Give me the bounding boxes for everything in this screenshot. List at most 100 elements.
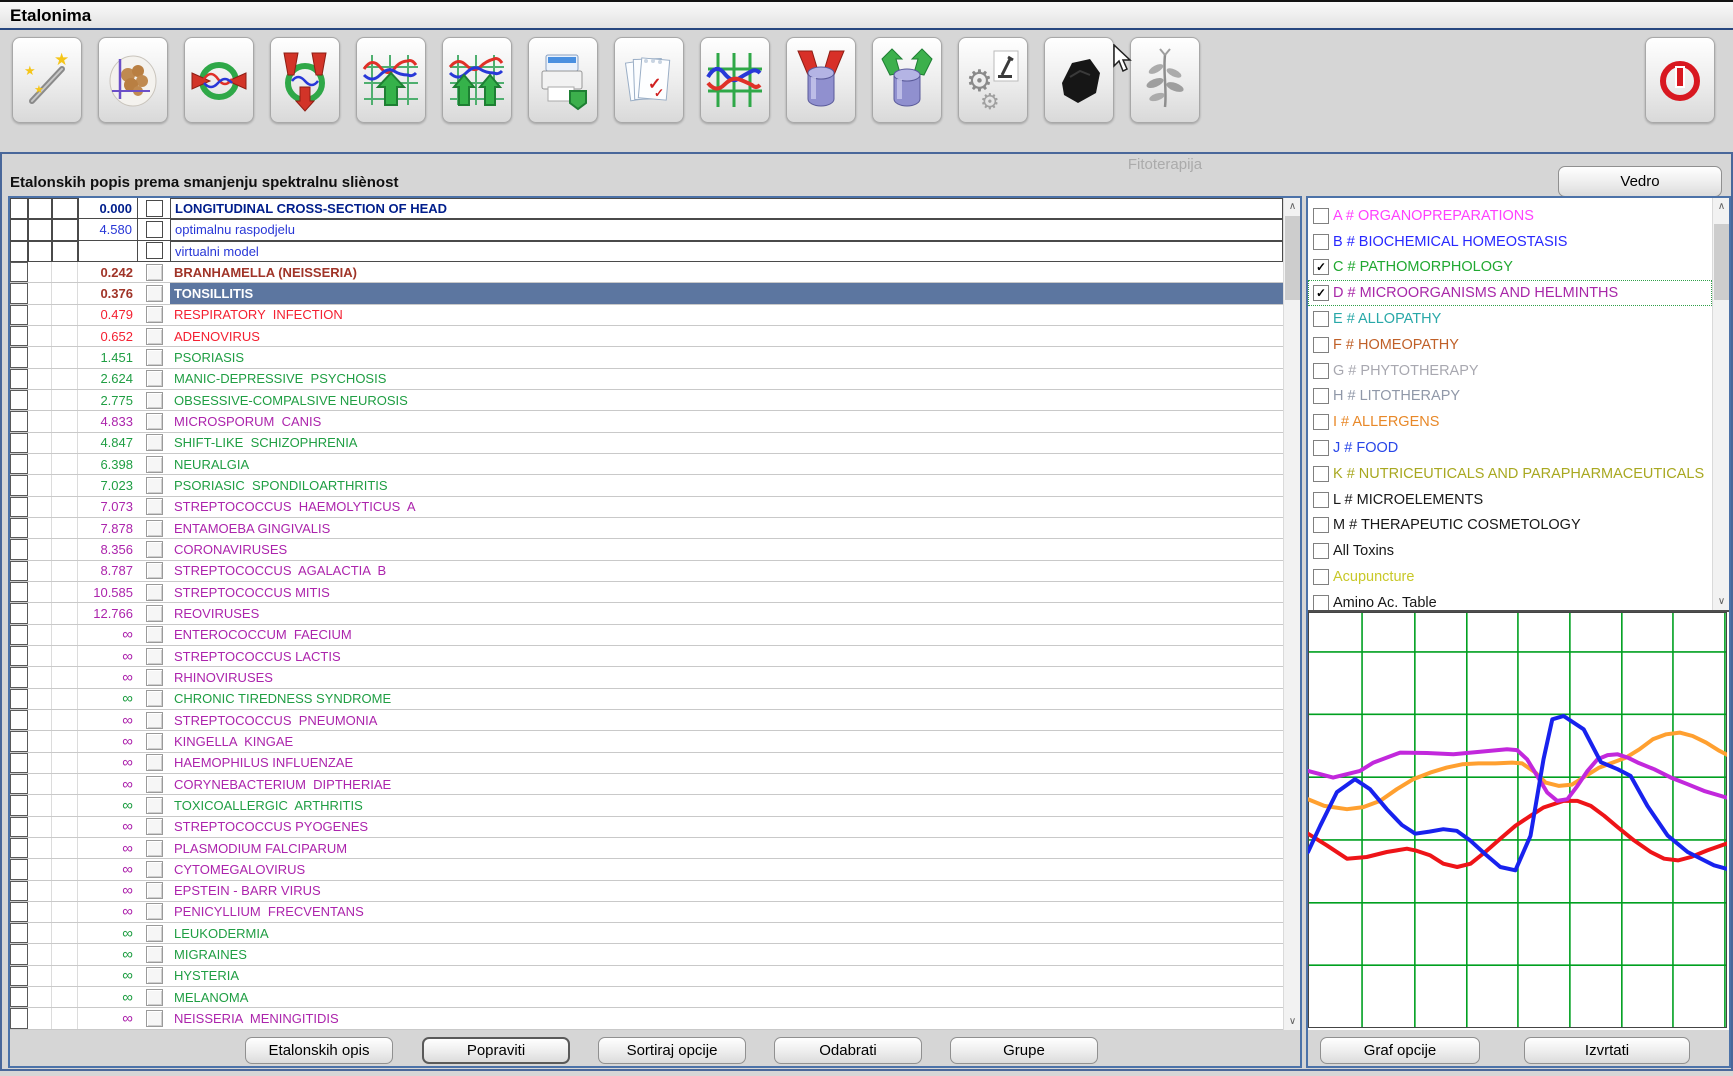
- etalon-name[interactable]: LONGITUDINAL CROSS-SECTION OF HEAD: [170, 198, 1283, 219]
- category-label[interactable]: E # ALLOPATHY: [1333, 311, 1441, 327]
- etalon-name[interactable]: CYTOMEGALOVIRUS: [170, 859, 1283, 879]
- row-checkbox[interactable]: [145, 988, 163, 1006]
- checkbox-icon[interactable]: [1313, 207, 1329, 224]
- row-checkbox[interactable]: [145, 348, 163, 366]
- table-row[interactable]: ∞ HAEMOPHILUS INFLUENZAE: [10, 752, 1283, 774]
- checkbox-icon[interactable]: [1313, 440, 1329, 457]
- table-row[interactable]: ∞ PLASMODIUM FALCIPARUM: [10, 837, 1283, 860]
- checkbox-checked-icon[interactable]: ✓: [1313, 259, 1329, 276]
- row-checkbox[interactable]: [145, 263, 163, 281]
- category-label[interactable]: J # FOOD: [1333, 440, 1398, 456]
- etalon-name[interactable]: NEURALGIA: [170, 454, 1283, 474]
- row-checkbox[interactable]: [145, 903, 163, 921]
- popraviti-button[interactable]: Popraviti: [422, 1037, 570, 1064]
- row-checkbox[interactable]: [145, 882, 163, 900]
- category-label[interactable]: H # LITOTHERAPY: [1333, 388, 1460, 404]
- category-item[interactable]: H # LITOTHERAPY: [1308, 384, 1712, 410]
- checkbox-icon[interactable]: [1313, 388, 1329, 405]
- etalon-name[interactable]: BRANHAMELLA (NEISSERIA): [170, 262, 1283, 282]
- etalon-name[interactable]: OBSESSIVE-COMPALSIVE NEUROSIS: [170, 390, 1283, 410]
- category-label[interactable]: M # THERAPEUTIC COSMETOLOGY: [1333, 517, 1581, 533]
- table-row[interactable]: 2.624 MANIC-DEPRESSIVE PSYCHOSIS: [10, 368, 1283, 390]
- etalon-name[interactable]: HAEMOPHILUS INFLUENZAE: [170, 753, 1283, 773]
- etalon-name[interactable]: SHIFT-LIKE SCHIZOPHRENIA: [170, 433, 1283, 453]
- table-row[interactable]: virtualni model: [10, 240, 1283, 262]
- etalon-name[interactable]: STREPTOCOCCUS LACTIS: [170, 646, 1283, 666]
- power-button[interactable]: [1645, 37, 1715, 123]
- row-checkbox[interactable]: [145, 754, 163, 772]
- row-checkbox[interactable]: [145, 732, 163, 750]
- row-checkbox[interactable]: [145, 924, 163, 942]
- etalon-name[interactable]: STREPTOCOCCUS HAEMOLYTICUS A: [170, 497, 1283, 517]
- etalon-name[interactable]: TONSILLITIS: [170, 283, 1283, 304]
- category-item[interactable]: ✓ C # PATHOMORPHOLOGY: [1308, 255, 1712, 281]
- scroll-down-icon[interactable]: ∨: [1284, 1013, 1301, 1030]
- table-row[interactable]: 2.775 OBSESSIVE-COMPALSIVE NEUROSIS: [10, 389, 1283, 412]
- table-row[interactable]: ∞ NEISSERIA MENINGITIDIS: [10, 1008, 1283, 1030]
- row-checkbox[interactable]: [145, 562, 163, 580]
- category-item[interactable]: M # THERAPEUTIC COSMETOLOGY: [1308, 513, 1712, 539]
- category-item[interactable]: Amino Ac. Table: [1308, 590, 1712, 610]
- etalon-name[interactable]: CORONAVIRUSES: [170, 539, 1283, 559]
- table-row[interactable]: 12.766 REOVIRUSES: [10, 603, 1283, 625]
- table-row[interactable]: 0.376 TONSILLITIS: [10, 283, 1283, 305]
- scroll-down-icon[interactable]: ∨: [1713, 593, 1730, 610]
- table-row[interactable]: ∞ PENICYLLIUM FRECVENTANS: [10, 901, 1283, 924]
- row-checkbox[interactable]: [145, 412, 163, 430]
- category-item[interactable]: J # FOOD: [1308, 435, 1712, 461]
- checkbox-icon[interactable]: [1313, 362, 1329, 379]
- table-row[interactable]: 4.580 optimalnu raspodjelu: [10, 219, 1283, 241]
- table-row[interactable]: ∞ LEUKODERMIA: [10, 923, 1283, 945]
- row-checkbox[interactable]: [145, 711, 163, 729]
- graf-opcije-button[interactable]: Graf opcije: [1320, 1037, 1480, 1064]
- row-checkbox[interactable]: [145, 818, 163, 836]
- checkbox-checked-icon[interactable]: ✓: [1313, 285, 1329, 302]
- etalon-name[interactable]: KINGELLA KINGAE: [170, 731, 1283, 751]
- scroll-up-icon[interactable]: ∧: [1284, 198, 1301, 215]
- category-label[interactable]: F # HOMEOPATHY: [1333, 337, 1459, 353]
- table-row[interactable]: ∞ ENTEROCOCCUM FAECIUM: [10, 624, 1283, 646]
- category-label[interactable]: Amino Ac. Table: [1333, 595, 1437, 610]
- category-item[interactable]: K # NUTRICEUTICALS AND PARAPHARMACEUTICA…: [1308, 461, 1712, 487]
- table-row[interactable]: ∞ CORYNEBACTERIUM DIPTHERIAE: [10, 773, 1283, 796]
- row-checkbox[interactable]: [145, 327, 163, 345]
- category-item[interactable]: G # PHYTOTHERAPY: [1308, 358, 1712, 384]
- category-item[interactable]: F # HOMEOPATHY: [1308, 332, 1712, 358]
- vedro-button[interactable]: Vedro: [1558, 166, 1722, 197]
- category-label[interactable]: L # MICROELEMENTS: [1333, 492, 1483, 508]
- toolbar-button-jar-out[interactable]: [872, 37, 942, 123]
- row-checkbox[interactable]: [145, 668, 163, 686]
- table-row[interactable]: ∞ STREPTOCOCCUS PNEUMONIA: [10, 709, 1283, 732]
- row-checkbox[interactable]: [145, 604, 163, 622]
- category-label[interactable]: D # MICROORGANISMS AND HELMINTHS: [1333, 285, 1618, 301]
- category-label[interactable]: I # ALLERGENS: [1333, 414, 1439, 430]
- category-item[interactable]: E # ALLOPATHY: [1308, 306, 1712, 332]
- table-row[interactable]: ∞ MELANOMA: [10, 987, 1283, 1009]
- checkbox-icon[interactable]: [1313, 311, 1329, 328]
- etalon-name[interactable]: REOVIRUSES: [170, 603, 1283, 623]
- odabrati-button[interactable]: Odabrati: [774, 1037, 922, 1064]
- etalon-name[interactable]: ADENOVIRUS: [170, 326, 1283, 346]
- etalon-name[interactable]: TOXICOALLERGIC ARTHRITIS: [170, 795, 1283, 815]
- table-row[interactable]: 7.023 PSORIASIC SPONDILOARTHRITIS: [10, 475, 1283, 497]
- table-scrollbar[interactable]: ∧ ∨: [1283, 198, 1300, 1030]
- toolbar-button-gears-microscope[interactable]: ⚙ ⚙: [958, 37, 1028, 123]
- checkbox-icon[interactable]: [1313, 491, 1329, 508]
- row-checkbox[interactable]: [145, 583, 163, 601]
- checkbox-icon[interactable]: [1313, 414, 1329, 431]
- etalon-name[interactable]: optimalnu raspodjelu: [170, 219, 1283, 240]
- etalon-name[interactable]: LEUKODERMIA: [170, 923, 1283, 943]
- etalon-name[interactable]: PENICYLLIUM FRECVENTANS: [170, 902, 1283, 922]
- row-checkbox[interactable]: [145, 434, 163, 452]
- category-item[interactable]: A # ORGANOPREPARATIONS: [1308, 203, 1712, 229]
- toolbar-button-plant[interactable]: [1130, 37, 1200, 123]
- toolbar-button-ring-waves[interactable]: [184, 37, 254, 123]
- category-label[interactable]: K # NUTRICEUTICALS AND PARAPHARMACEUTICA…: [1333, 466, 1704, 482]
- table-scroll-thumb[interactable]: [1285, 216, 1300, 300]
- table-row[interactable]: ∞ HYSTERIA: [10, 965, 1283, 988]
- table-row[interactable]: 1.451 PSORIASIS: [10, 347, 1283, 369]
- row-checkbox[interactable]: [145, 647, 163, 665]
- toolbar-button-notes-check[interactable]: ✓ ✓: [614, 37, 684, 123]
- category-label[interactable]: B # BIOCHEMICAL HOMEOSTASIS: [1333, 234, 1567, 250]
- table-row[interactable]: ∞ STREPTOCOCCUS PYOGENES: [10, 816, 1283, 838]
